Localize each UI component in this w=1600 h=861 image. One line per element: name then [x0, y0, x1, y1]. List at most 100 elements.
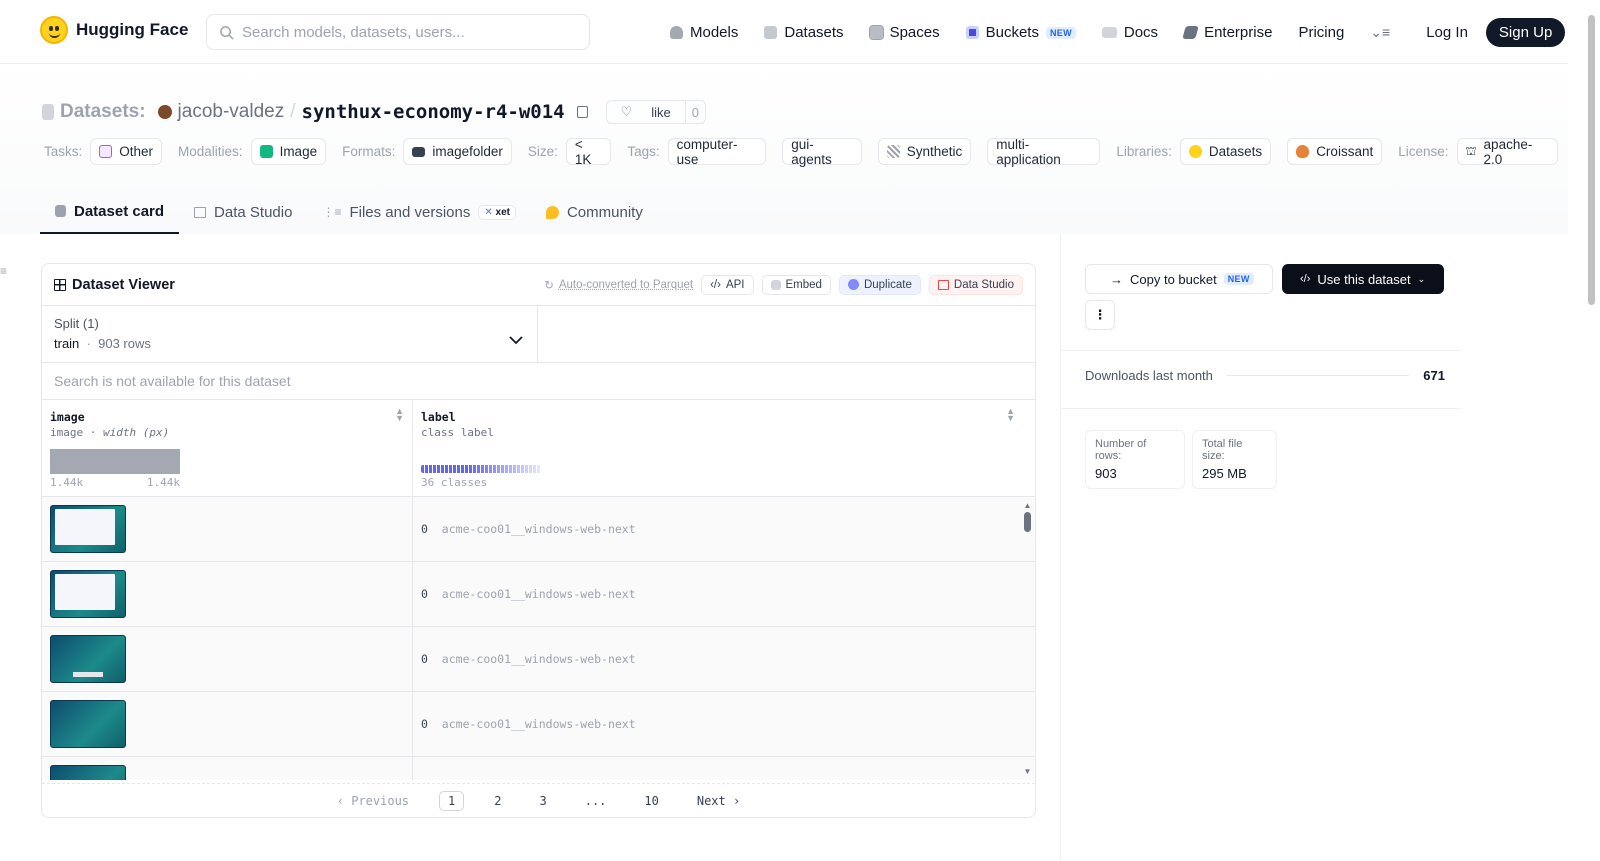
image-thumbnail[interactable] [50, 570, 126, 618]
nav-pricing[interactable]: Pricing [1298, 24, 1344, 41]
license-label: License: [1398, 144, 1449, 159]
path-separator: / [290, 101, 296, 122]
copy-icon[interactable] [576, 106, 588, 118]
refresh-icon: ↻ [544, 279, 554, 292]
column-header-image[interactable]: image image · width (px) 1.44k 1.44k ▲ ▼ [42, 400, 413, 496]
embed-button[interactable]: Embed [761, 274, 831, 295]
docs-icon [1101, 27, 1117, 38]
signup-button[interactable]: Sign Up [1485, 18, 1566, 47]
sort-icon[interactable]: ▲ ▼ [395, 407, 404, 423]
api-button[interactable]: ‹/› API [701, 274, 754, 295]
tab-dataset-card[interactable]: Dataset card [40, 190, 180, 234]
tag-size[interactable]: < 1K [565, 137, 612, 167]
tags-label: Tags: [627, 144, 660, 159]
table-row[interactable]: 0 acme-coo01__windows-web-next [42, 562, 1035, 627]
more-options-button[interactable]: ⋮ [1085, 300, 1115, 330]
label-text: acme-coo01__windows-web-next [441, 522, 636, 536]
page-2-button[interactable]: 2 [486, 792, 509, 810]
tag-computer-use[interactable]: computer-use [667, 137, 767, 167]
sidebar-toggle-icon[interactable]: ≡ [0, 264, 7, 278]
split-label: Split (1) [54, 316, 99, 331]
column-sub: width (px) [103, 426, 170, 439]
tag-format-imagefolder[interactable]: imagefolder [403, 138, 512, 165]
search-icon [220, 25, 234, 40]
previous-page-button[interactable]: ‹ Previous [329, 792, 417, 810]
tag-library-datasets[interactable]: Datasets [1179, 138, 1272, 165]
duplicate-icon [847, 279, 859, 290]
tab-files-and-versions[interactable]: ⋮≡ Files and versions ✕ xet [307, 190, 531, 234]
tasks-label: Tasks: [44, 144, 83, 159]
nav-spaces[interactable]: Spaces [868, 24, 940, 41]
duplicate-button[interactable]: Duplicate [838, 274, 921, 295]
code-icon: ‹/› [1300, 273, 1311, 285]
nav-docs[interactable]: Docs [1101, 24, 1158, 41]
label-index: 0 [421, 522, 428, 536]
table-scrollbar[interactable]: ▲ ▼ [1023, 501, 1032, 776]
label-text: acme-coo01__windows-web-next [441, 652, 636, 666]
dataset-card-icon [55, 205, 66, 217]
table-row[interactable]: 0 acme-coo01__windows-web-next [42, 692, 1035, 757]
table-body: 0 acme-coo01__windows-web-next 0 acme-co… [42, 497, 1035, 780]
arrow-right-icon: → [1110, 271, 1123, 287]
nav-enterprise[interactable]: Enterprise [1182, 24, 1272, 41]
models-icon [670, 26, 683, 39]
tag-task-other[interactable]: Other [90, 138, 163, 165]
viewer-title: Dataset Viewer [72, 276, 175, 293]
split-selector[interactable]: Split (1) train · 903 rows [42, 306, 538, 362]
page-3-button[interactable]: 3 [531, 792, 554, 810]
column-header-label[interactable]: label class label 36 classes ▲ ▼ [413, 400, 1035, 496]
image-thumbnail[interactable] [50, 635, 126, 683]
tag-synthetic[interactable]: Synthetic [877, 138, 972, 165]
tab-data-studio[interactable]: Data Studio [179, 190, 307, 234]
new-badge: NEW [1045, 26, 1076, 39]
tag-library-croissant[interactable]: Croissant [1287, 138, 1383, 165]
kebab-icon: ⋮ [1093, 307, 1107, 322]
copy-to-bucket-button[interactable]: → Copy to bucket NEW [1085, 264, 1273, 294]
data-studio-button[interactable]: Data Studio [928, 274, 1023, 295]
other-icon [99, 145, 113, 158]
more-menu-button[interactable]: ⌄≡ [1370, 24, 1390, 41]
nav-datasets[interactable]: Datasets [764, 24, 844, 41]
nav-buckets[interactable]: Buckets NEW [965, 24, 1076, 41]
dataset-name[interactable]: synthux-economy-r4-w014 [302, 101, 565, 123]
downloads-stat: Downloads last month 671 [1085, 368, 1445, 383]
sort-icon[interactable]: ▲ ▼ [1006, 407, 1015, 423]
image-thumbnail[interactable] [50, 700, 126, 748]
table-row[interactable] [42, 757, 1035, 780]
top-navigation: Hugging Face Search models, datasets, us… [0, 0, 1568, 64]
image-thumbnail[interactable] [50, 505, 126, 553]
auto-converted-link[interactable]: ↻ Auto-converted to Parquet [544, 278, 693, 292]
hugging-face-logo[interactable]: Hugging Face [40, 16, 188, 44]
tag-gui-agents[interactable]: gui-agents [782, 137, 862, 167]
table-row[interactable]: 0 acme-coo01__windows-web-next [42, 497, 1035, 562]
tab-community[interactable]: Community [531, 190, 658, 234]
hist-max: 1.44k [146, 476, 180, 489]
page-ellipsis: ... [584, 793, 607, 808]
tag-multi-application[interactable]: multi-application [987, 137, 1101, 167]
chevron-down-icon [509, 336, 523, 345]
image-icon [259, 145, 273, 158]
tag-license[interactable]: ⛫ apache-2.0 [1456, 137, 1558, 167]
image-thumbnail[interactable] [50, 765, 126, 780]
tag-modality-image[interactable]: Image [250, 138, 327, 165]
nav-models[interactable]: Models [670, 24, 738, 41]
owner-link[interactable]: jacob-valdez [178, 101, 285, 123]
page-1-button[interactable]: 1 [439, 790, 465, 811]
page-10-button[interactable]: 10 [636, 792, 666, 810]
use-this-dataset-button[interactable]: ‹/› Use this dataset ⌄ [1282, 264, 1444, 294]
login-link[interactable]: Log In [1426, 24, 1468, 41]
column-name: image [50, 410, 85, 424]
code-icon: ‹/› [710, 278, 721, 291]
split-rows: 903 rows [98, 336, 151, 351]
like-button[interactable]: ♡ like 0 [605, 100, 707, 124]
next-page-button[interactable]: Next › [689, 792, 748, 810]
search-input[interactable]: Search models, datasets, users... [206, 14, 590, 50]
hugging-face-emoji-icon [40, 16, 68, 44]
page-scrollbar[interactable] [1582, 0, 1600, 861]
section-label: Datasets: [60, 101, 146, 122]
dataset-header: Datasets: jacob-valdez / synthux-economy… [0, 64, 1568, 234]
downloads-label: Downloads last month [1085, 368, 1213, 383]
divider [1061, 350, 1461, 351]
downloads-sparkline [1226, 375, 1410, 376]
table-row[interactable]: 0 acme-coo01__windows-web-next [42, 627, 1035, 692]
